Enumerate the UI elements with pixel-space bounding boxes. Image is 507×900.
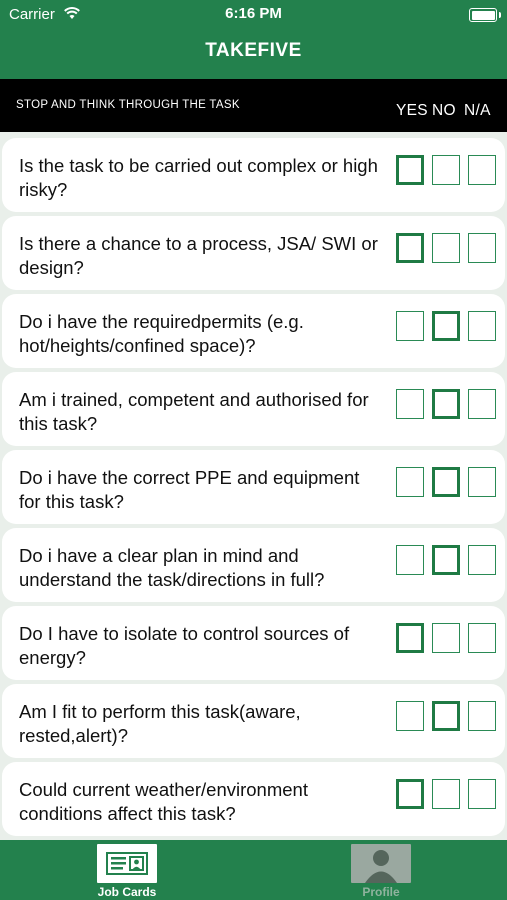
question-text: Is there a chance to a process, JSA/ SWI… [19,233,378,278]
checkbox-no[interactable] [432,155,460,185]
top-bar: Carrier 6:16 PM TAKEFIVE [0,0,507,79]
tab-profile[interactable]: Profile [333,840,429,900]
checkbox-no[interactable] [432,545,460,575]
list-item: Is there a chance to a process, JSA/ SWI… [2,216,505,290]
list-item: Do I have to isolate to control sources … [2,606,505,680]
checkbox-na[interactable] [468,467,496,497]
status-bar: Carrier 6:16 PM [0,0,507,28]
checkbox-na[interactable] [468,155,496,185]
checkbox-no[interactable] [432,233,460,263]
checklist-header: STOP AND THINK THROUGH THE TASK YES NO N… [0,79,507,132]
checkbox-yes[interactable] [396,155,424,185]
question-text: Do i have a clear plan in mind and under… [19,545,325,590]
checkbox-na[interactable] [468,545,496,575]
column-header-na: N/A [464,102,491,119]
checkbox-na[interactable] [468,233,496,263]
question-text: Do i have the requiredpermits (e.g. hot/… [19,311,304,356]
checkbox-yes[interactable] [396,311,424,341]
checkbox-na[interactable] [468,389,496,419]
checkbox-no[interactable] [432,467,460,497]
list-item: Is the task to be carried out complex or… [2,138,505,212]
checkbox-na[interactable] [468,623,496,653]
list-item: Do i have a clear plan in mind and under… [2,528,505,602]
checkbox-yes[interactable] [396,233,424,263]
checkbox-no[interactable] [432,701,460,731]
checkbox-no[interactable] [432,311,460,341]
checkbox-yes[interactable] [396,623,424,653]
profile-icon [351,844,411,883]
list-item: Could current weather/environment condit… [2,762,505,836]
battery-icon [469,8,501,22]
question-text: Is the task to be carried out complex or… [19,155,378,200]
question-text: Do I have to isolate to control sources … [19,623,350,668]
checkbox-na[interactable] [468,701,496,731]
question-text: Do i have the correct PPE and equipment … [19,467,360,512]
list-item: Do i have the requiredpermits (e.g. hot/… [2,294,505,368]
status-time: 6:16 PM [225,5,282,22]
list-item: Do i have the correct PPE and equipment … [2,450,505,524]
checkbox-no[interactable] [432,389,460,419]
tab-bar: Job Cards Profile [0,840,507,900]
question-text: Am I fit to perform this task(aware, res… [19,701,301,746]
list-item: Am i trained, competent and authorised f… [2,372,505,446]
header-label: STOP AND THINK THROUGH THE TASK [16,99,240,111]
checkbox-yes[interactable] [396,779,424,809]
checkbox-yes[interactable] [396,545,424,575]
checkbox-na[interactable] [468,311,496,341]
column-header-yes: YES [396,102,428,119]
question-text: Am i trained, competent and authorised f… [19,389,369,434]
checkbox-yes[interactable] [396,467,424,497]
column-header-no: NO [432,102,456,119]
checkbox-yes[interactable] [396,701,424,731]
tab-label-job-cards: Job Cards [97,885,157,899]
checkbox-yes[interactable] [396,389,424,419]
tab-label-profile: Profile [362,885,400,899]
tab-job-cards[interactable]: Job Cards [79,840,175,900]
question-list[interactable]: Is the task to be carried out complex or… [0,132,507,840]
checkbox-na[interactable] [468,779,496,809]
page-title: TAKEFIVE [205,40,302,61]
list-item: Am I fit to perform this task(aware, res… [2,684,505,758]
job-cards-icon [97,844,157,883]
checkbox-no[interactable] [432,779,460,809]
question-text: Could current weather/environment condit… [19,779,308,824]
checkbox-no[interactable] [432,623,460,653]
